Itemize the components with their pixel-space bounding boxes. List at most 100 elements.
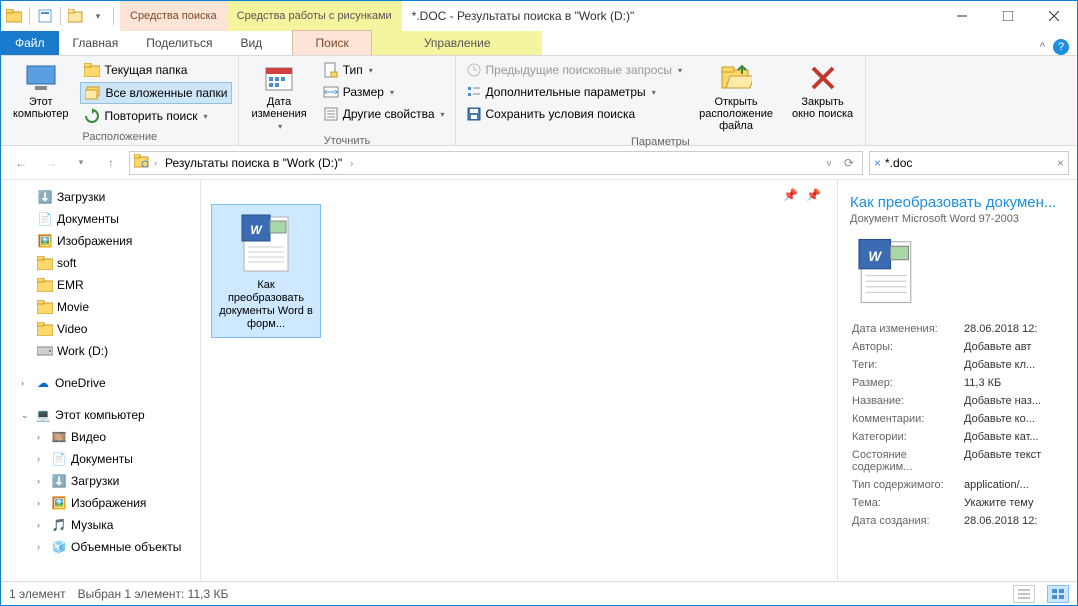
- tab-file[interactable]: Файл: [1, 31, 59, 55]
- qat-properties-icon[interactable]: [36, 7, 54, 25]
- details-row[interactable]: Теги:Добавьте кл...: [852, 357, 1063, 373]
- view-details-button[interactable]: [1013, 585, 1035, 603]
- btn-type[interactable]: Тип ▾: [319, 60, 449, 80]
- search-input[interactable]: [885, 156, 1057, 170]
- navigation-pane: ⬇️Загрузки 📄Документы 🖼️Изображения soft…: [1, 180, 201, 581]
- status-item-count: 1 элемент: [9, 587, 66, 601]
- titlebar: ▾ Средства поиска Средства работы с рису…: [1, 1, 1077, 31]
- details-row[interactable]: Тема:Укажите тему: [852, 495, 1063, 511]
- folder-icon: [37, 255, 53, 271]
- details-row[interactable]: Категории:Добавьте кат...: [852, 429, 1063, 445]
- tree-item-pictures[interactable]: 🖼️Изображения: [1, 230, 200, 252]
- btn-open-location[interactable]: Открыть расположение файла: [692, 60, 780, 134]
- tree-item-videos[interactable]: ›🎞️Видео: [1, 426, 200, 448]
- details-row[interactable]: Дата создания:28.06.2018 12:: [852, 513, 1063, 529]
- btn-close-search[interactable]: Закрыть окно поиска: [786, 60, 859, 122]
- close-button[interactable]: [1031, 1, 1077, 31]
- tree-item-work[interactable]: Work (D:): [1, 340, 200, 362]
- details-properties-table: Дата изменения:28.06.2018 12: Авторы:Доба…: [850, 319, 1065, 531]
- ctx-title-search: Средства поиска: [120, 1, 227, 31]
- tab-search[interactable]: Поиск: [292, 30, 372, 55]
- item-view-pane[interactable]: 📌 📌 W Как преобразовать документы Word в…: [201, 180, 837, 581]
- btn-other-props[interactable]: Другие свойства ▾: [319, 104, 449, 124]
- nav-forward-button[interactable]: →: [39, 151, 63, 175]
- tree-item-this-pc[interactable]: ⌄💻Этот компьютер: [1, 404, 200, 426]
- tab-home[interactable]: Главная: [59, 31, 133, 55]
- tree-item-music[interactable]: ›🎵Музыка: [1, 514, 200, 536]
- tree-item-onedrive[interactable]: ›☁OneDrive: [1, 372, 200, 394]
- details-row[interactable]: Дата изменения:28.06.2018 12:: [852, 321, 1063, 337]
- file-label: Как преобразовать документы Word в форм.…: [218, 279, 314, 331]
- refresh-icon[interactable]: ⟳: [840, 151, 858, 175]
- tree-item-emr[interactable]: EMR: [1, 274, 200, 296]
- tree-item-soft[interactable]: soft: [1, 252, 200, 274]
- tree-item-video[interactable]: Video: [1, 318, 200, 340]
- tree-item-movie[interactable]: Movie: [1, 296, 200, 318]
- objects3d-icon: 🧊: [51, 539, 67, 555]
- ribbon-group-label-refine: Уточнить: [245, 133, 448, 147]
- qat-dropdown-icon[interactable]: ▾: [89, 7, 107, 25]
- file-item[interactable]: W Как преобразовать документы Word в фор…: [211, 204, 321, 338]
- documents-icon: 📄: [51, 451, 67, 467]
- ribbon-collapse-icon[interactable]: ^: [1040, 41, 1045, 53]
- tab-share[interactable]: Поделиться: [132, 31, 226, 55]
- search-clear-icon[interactable]: ×: [1057, 156, 1064, 170]
- nav-back-button[interactable]: ←: [9, 151, 33, 175]
- ribbon-tabstrip: Файл Главная Поделиться Вид Поиск Управл…: [1, 31, 1077, 56]
- tree-item-3dobjects[interactable]: ›🧊Объемные объекты: [1, 536, 200, 558]
- tree-item-downloads[interactable]: ⬇️Загрузки: [1, 186, 200, 208]
- btn-this-computer[interactable]: Этот компьютер: [7, 60, 74, 122]
- address-dropdown-icon[interactable]: v: [822, 151, 836, 175]
- btn-date-modified[interactable]: Дата изменения ▾: [245, 60, 312, 133]
- chevron-right-icon[interactable]: ›: [21, 378, 31, 388]
- minimize-button[interactable]: [939, 1, 985, 31]
- nav-history-dropdown[interactable]: ▾: [69, 151, 93, 175]
- details-title: Как преобразовать докумен...: [850, 194, 1065, 211]
- details-row[interactable]: Название:Добавьте наз...: [852, 393, 1063, 409]
- details-row[interactable]: Тип содержимого:application/...: [852, 477, 1063, 493]
- btn-all-subfolders[interactable]: Все вложенные папки: [80, 82, 232, 104]
- details-subtitle: Документ Microsoft Word 97-2003: [850, 213, 1065, 225]
- drive-icon: [37, 343, 53, 359]
- tree-item-documents2[interactable]: ›📄Документы: [1, 448, 200, 470]
- btn-repeat-search[interactable]: Повторить поиск ▾: [80, 106, 232, 126]
- address-bar: ← → ▾ ↑ › Результаты поиска в "Work (D:)…: [1, 146, 1077, 180]
- search-box[interactable]: × ×: [869, 151, 1069, 175]
- tree-item-pictures2[interactable]: ›🖼️Изображения: [1, 492, 200, 514]
- details-row[interactable]: Размер:11,3 КБ: [852, 375, 1063, 391]
- window-title: *.DOC - Результаты поиска в "Work (D:)": [402, 1, 939, 31]
- folder-icon: [37, 299, 53, 315]
- svg-text:W: W: [250, 223, 263, 237]
- pictures-icon: 🖼️: [37, 233, 53, 249]
- address-box[interactable]: › Результаты поиска в "Work (D:)" › v ⟳: [129, 151, 863, 175]
- details-row[interactable]: Состояние содержим...Добавьте текст: [852, 447, 1063, 475]
- close-x-icon: [807, 62, 839, 94]
- pin-icon[interactable]: 📌: [806, 188, 821, 202]
- btn-adv-params[interactable]: Дополнительные параметры ▾: [462, 82, 687, 102]
- tree-item-documents[interactable]: 📄Документы: [1, 208, 200, 230]
- details-row[interactable]: Авторы:Добавьте авт: [852, 339, 1063, 355]
- computer-icon: 💻: [35, 407, 51, 423]
- qat-newfolder-icon[interactable]: [67, 7, 85, 25]
- breadcrumb-item[interactable]: Результаты поиска в "Work (D:)": [161, 156, 346, 170]
- details-thumbnail: W: [850, 235, 922, 307]
- btn-save-search[interactable]: Сохранить условия поиска: [462, 104, 687, 124]
- details-row[interactable]: Комментарии:Добавьте ко...: [852, 411, 1063, 427]
- explorer-icon: [5, 7, 23, 25]
- open-folder-icon: [720, 62, 752, 94]
- btn-size[interactable]: Размер ▾: [319, 82, 449, 102]
- tab-manage[interactable]: Управление: [372, 31, 542, 55]
- chevron-down-icon[interactable]: ⌄: [21, 410, 31, 421]
- status-bar: 1 элемент Выбран 1 элемент: 11,3 КБ: [1, 581, 1077, 605]
- maximize-button[interactable]: [985, 1, 1031, 31]
- nav-up-button[interactable]: ↑: [99, 151, 123, 175]
- help-icon[interactable]: ?: [1053, 39, 1069, 55]
- tree-item-downloads2[interactable]: ›⬇️Загрузки: [1, 470, 200, 492]
- btn-current-folder[interactable]: Текущая папка: [80, 60, 232, 80]
- tab-view[interactable]: Вид: [226, 31, 276, 55]
- pin-icon[interactable]: 📌: [783, 188, 798, 202]
- search-x-icon[interactable]: ×: [874, 156, 885, 170]
- btn-prev-queries[interactable]: Предыдущие поисковые запросы ▾: [462, 60, 687, 80]
- folders-stack-icon: [85, 85, 101, 101]
- view-large-icons-button[interactable]: [1047, 585, 1069, 603]
